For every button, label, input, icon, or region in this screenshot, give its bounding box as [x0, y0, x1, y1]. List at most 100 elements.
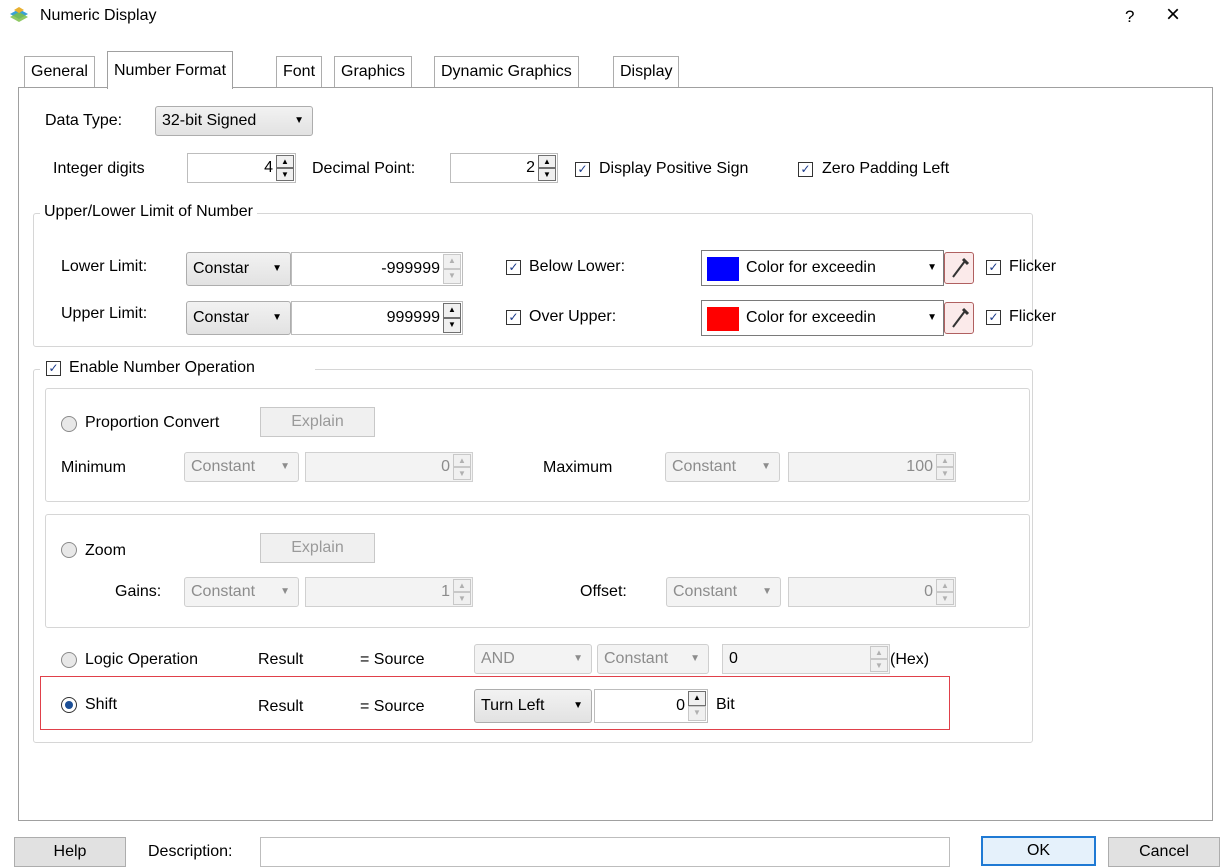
spin-buttons[interactable]: ▲ ▼ [538, 155, 556, 181]
tab-font[interactable]: Font [276, 56, 323, 88]
lower-limit-value: -999999 [381, 260, 440, 277]
shift-direction-dropdown[interactable]: Turn Left ▼ [474, 689, 592, 723]
tab-graphics[interactable]: Graphics [334, 56, 413, 88]
zero-padding-left-checkbox[interactable]: ✓ [798, 162, 813, 177]
shift-result-label: Result [258, 698, 304, 715]
spin-down-icon[interactable]: ▼ [453, 592, 471, 605]
lower-color-dropdown[interactable]: Color for exceedin ▼ [701, 250, 944, 286]
lower-eyedropper-button[interactable] [944, 252, 974, 284]
decimal-point-value: 2 [526, 159, 535, 176]
spin-up-icon[interactable]: ▲ [688, 691, 706, 706]
lower-limit-value-spinner[interactable]: -999999 ▲ ▼ [291, 252, 463, 286]
spin-down-icon[interactable]: ▼ [688, 706, 706, 721]
logic-op-dropdown[interactable]: AND ▼ [474, 644, 592, 674]
spin-up-icon[interactable]: ▲ [453, 454, 471, 467]
minimum-label: Minimum [61, 459, 126, 476]
spin-buttons[interactable]: ▲ ▼ [870, 646, 888, 672]
offset-value-spinner[interactable]: 0 ▲ ▼ [788, 577, 956, 607]
upper-limit-value-spinner[interactable]: 999999 ▲ ▼ [291, 301, 463, 335]
spin-buttons[interactable]: ▲ ▼ [936, 454, 954, 480]
data-type-dropdown[interactable]: 32-bit Signed ▼ [155, 106, 313, 136]
spin-down-icon[interactable]: ▼ [453, 467, 471, 480]
decimal-point-spinner[interactable]: 2 ▲ ▼ [450, 153, 558, 183]
spin-up-icon[interactable]: ▲ [936, 579, 954, 592]
spin-up-icon[interactable]: ▲ [453, 579, 471, 592]
help-question-button[interactable]: ? [1125, 6, 1134, 28]
upper-limit-value: 999999 [386, 309, 440, 326]
chevron-down-icon: ▼ [762, 586, 772, 597]
logic-value-spinner[interactable]: 0 ▲ ▼ [722, 644, 890, 674]
minimum-source-dropdown[interactable]: Constant ▼ [184, 452, 299, 482]
tab-dynamic-graphics[interactable]: Dynamic Graphics [434, 56, 579, 88]
spin-buttons[interactable]: ▲ ▼ [453, 579, 471, 605]
limits-group-title: Upper/Lower Limit of Number [40, 201, 257, 223]
lower-color-swatch [707, 257, 739, 281]
gains-source-dropdown[interactable]: Constant ▼ [184, 577, 299, 607]
shift-value-spinner[interactable]: 0 ▲ ▼ [594, 689, 708, 723]
tab-display[interactable]: Display [613, 56, 680, 88]
spin-down-icon[interactable]: ▼ [870, 659, 888, 672]
spin-buttons[interactable]: ▲ ▼ [443, 254, 461, 284]
spin-up-icon[interactable]: ▲ [443, 303, 461, 318]
proportion-convert-group [45, 388, 1030, 502]
spin-down-icon[interactable]: ▼ [936, 467, 954, 480]
spin-buttons[interactable]: ▲ ▼ [688, 691, 706, 721]
spin-up-icon[interactable]: ▲ [936, 454, 954, 467]
tab-general[interactable]: General [24, 56, 95, 88]
over-upper-checkbox[interactable]: ✓ [506, 310, 521, 325]
spin-buttons[interactable]: ▲ ▼ [276, 155, 294, 181]
description-label: Description: [148, 843, 233, 860]
spin-buttons[interactable]: ▲ ▼ [453, 454, 471, 480]
description-input[interactable] [260, 837, 950, 867]
logic-op: AND [481, 650, 515, 667]
spin-up-icon[interactable]: ▲ [870, 646, 888, 659]
minimum-value-spinner[interactable]: 0 ▲ ▼ [305, 452, 473, 482]
spin-up-icon[interactable]: ▲ [538, 155, 556, 168]
spin-buttons[interactable]: ▲ ▼ [936, 579, 954, 605]
upper-flicker-checkbox[interactable]: ✓ [986, 310, 1001, 325]
offset-source-dropdown[interactable]: Constant ▼ [666, 577, 781, 607]
data-type-label: Data Type: [45, 112, 123, 129]
spin-up-icon[interactable]: ▲ [276, 155, 294, 168]
logic-operation-radio[interactable] [61, 652, 77, 668]
zoom-explain-button[interactable]: Explain [260, 533, 375, 563]
gains-value-spinner[interactable]: 1 ▲ ▼ [305, 577, 473, 607]
upper-limit-source-dropdown[interactable]: Constar ▼ [186, 301, 291, 335]
upper-color-dropdown[interactable]: Color for exceedin ▼ [701, 300, 944, 336]
maximum-value-spinner[interactable]: 100 ▲ ▼ [788, 452, 956, 482]
below-lower-checkbox[interactable]: ✓ [506, 260, 521, 275]
shift-radio[interactable] [61, 697, 77, 713]
spin-down-icon[interactable]: ▼ [276, 168, 294, 181]
proportion-explain-button[interactable]: Explain [260, 407, 375, 437]
lower-limit-source-dropdown[interactable]: Constar ▼ [186, 252, 291, 286]
spin-buttons[interactable]: ▲ ▼ [443, 303, 461, 333]
lower-flicker-checkbox[interactable]: ✓ [986, 260, 1001, 275]
chevron-down-icon: ▼ [573, 653, 583, 664]
upper-color-swatch [707, 307, 739, 331]
help-button[interactable]: Help [14, 837, 126, 867]
display-positive-sign-checkbox[interactable]: ✓ [575, 162, 590, 177]
upper-eyedropper-button[interactable] [944, 302, 974, 334]
logic-source-dropdown[interactable]: Constant ▼ [597, 644, 709, 674]
spin-down-icon[interactable]: ▼ [538, 168, 556, 181]
enable-number-operation-checkbox[interactable]: ✓ [46, 361, 61, 376]
spin-down-icon[interactable]: ▼ [443, 269, 461, 284]
spin-up-icon[interactable]: ▲ [443, 254, 461, 269]
zero-padding-left-label: Zero Padding Left [822, 160, 950, 177]
ok-button[interactable]: OK [981, 836, 1096, 866]
proportion-convert-label: Proportion Convert [85, 414, 220, 431]
close-button[interactable]: × [1166, 2, 1180, 28]
tab-number-format[interactable]: Number Format [107, 51, 234, 89]
cancel-button[interactable]: Cancel [1108, 837, 1220, 867]
chevron-down-icon: ▼ [927, 262, 937, 273]
gains-source: Constant [191, 583, 256, 600]
spin-down-icon[interactable]: ▼ [936, 592, 954, 605]
spin-down-icon[interactable]: ▼ [443, 318, 461, 333]
proportion-convert-radio[interactable] [61, 416, 77, 432]
zoom-radio[interactable] [61, 542, 77, 558]
maximum-source-dropdown[interactable]: Constant ▼ [665, 452, 780, 482]
eyedropper-icon [952, 307, 970, 328]
logic-operation-label: Logic Operation [85, 651, 198, 668]
bit-unit-label: Bit [716, 696, 735, 713]
integer-digits-spinner[interactable]: 4 ▲ ▼ [187, 153, 296, 183]
